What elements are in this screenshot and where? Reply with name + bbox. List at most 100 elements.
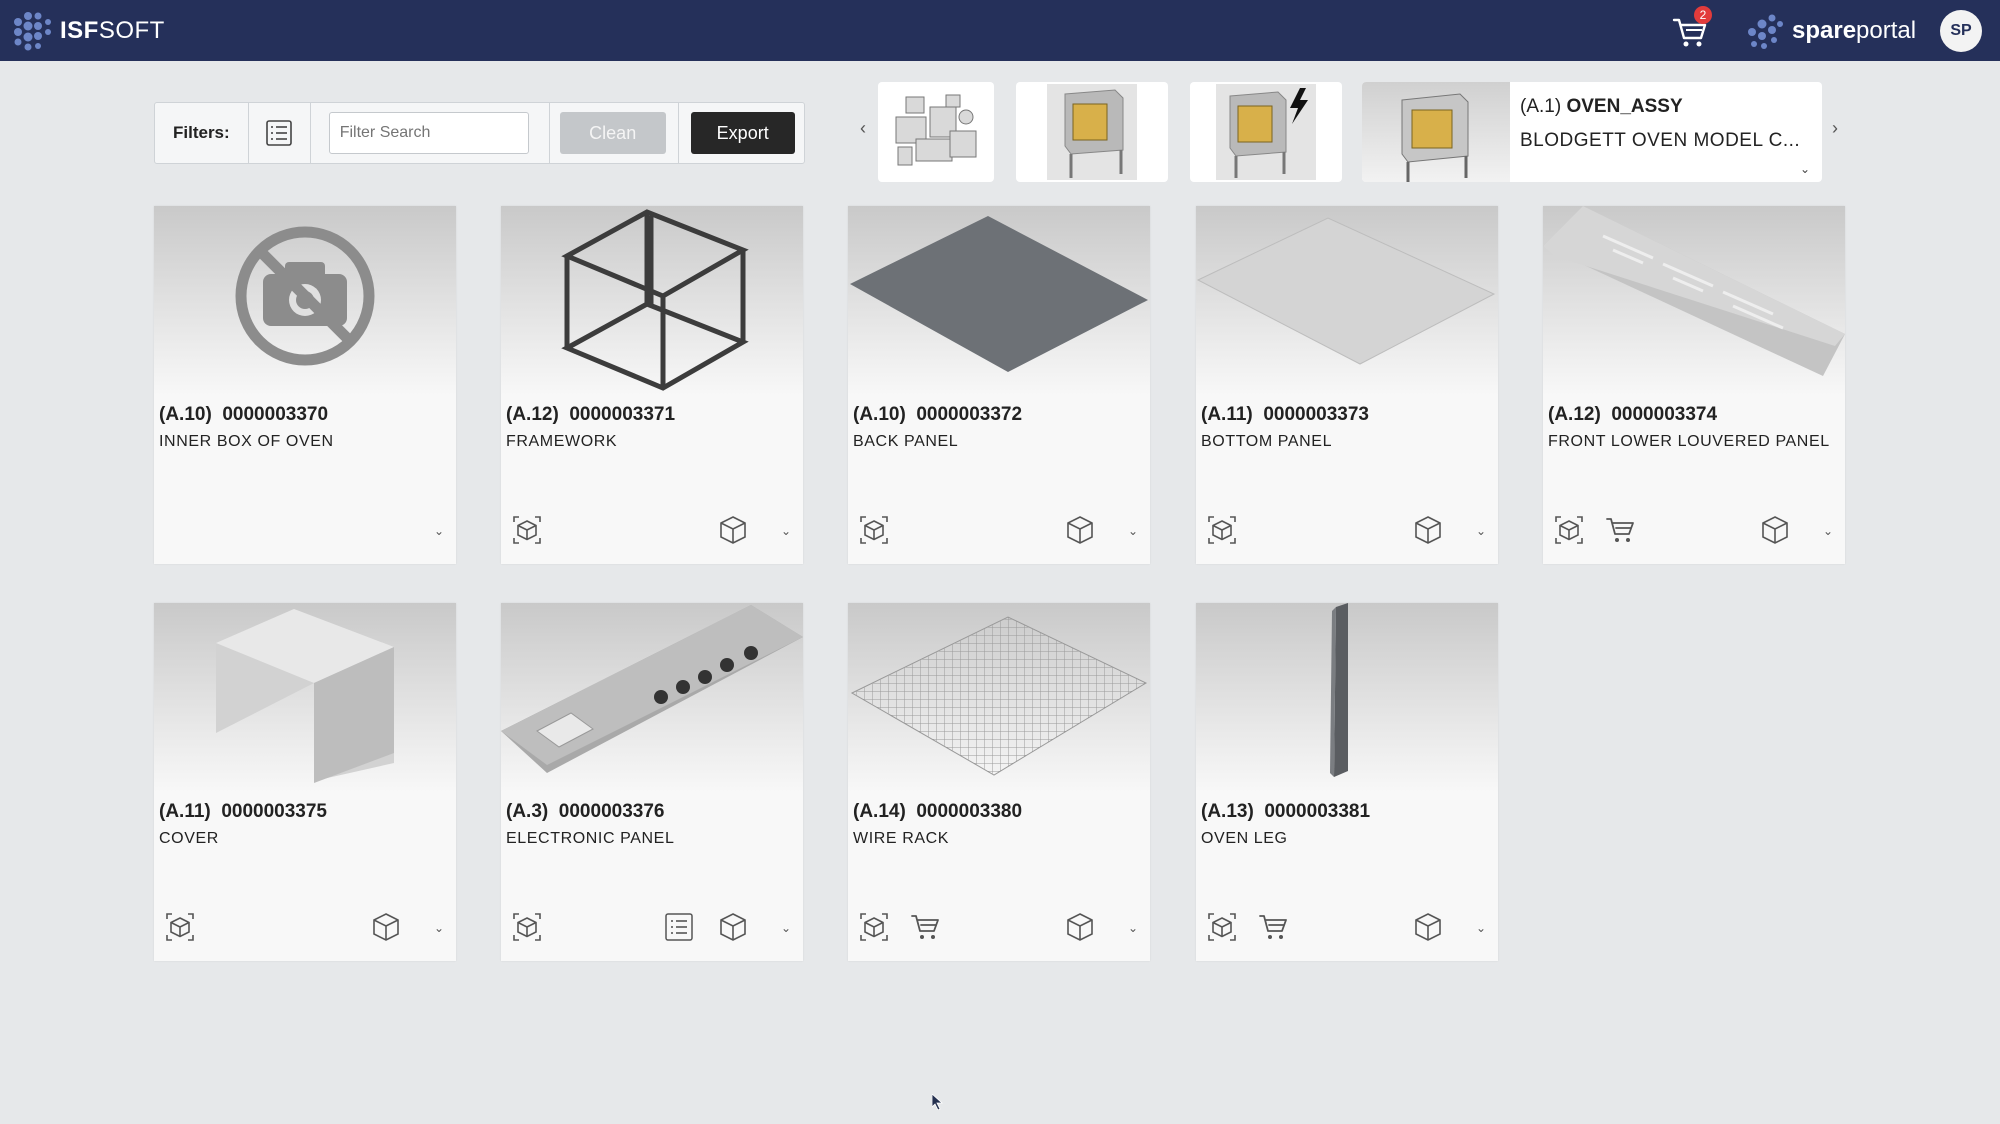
assembly-thumbnail-oven[interactable] [1016,82,1168,182]
part-image[interactable] [501,206,803,396]
exploded-assembly-image [895,94,977,166]
selected-assembly-card[interactable]: (A.1) OVEN_ASSY BLODGETT OVEN MODEL C...… [1362,82,1822,182]
chevron-down-icon[interactable]: ⌄ [1128,921,1138,935]
chevron-down-icon[interactable]: ⌄ [434,921,444,935]
part-title: (A.12) 0000003374 [1548,404,1717,426]
chevron-down-icon[interactable]: ⌄ [1476,921,1486,935]
mouse-cursor-icon [932,1094,944,1110]
part-description: OVEN LEG [1201,830,1288,847]
spareportal-logo-text: spareportal [1792,17,1916,45]
part-image[interactable] [848,603,1150,793]
user-avatar[interactable]: SP [1940,10,1982,52]
clean-button[interactable]: Clean [559,112,666,154]
bom-list-icon[interactable] [661,909,697,945]
part-number: 0000003375 [221,801,327,822]
export-button[interactable]: Export [690,112,795,154]
part-number: 0000003373 [1263,404,1369,425]
chevron-down-icon[interactable]: ⌄ [1800,162,1810,176]
part-card[interactable]: (A.11) 0000003375 COVER ⌄ [154,603,456,961]
3d-model-icon[interactable] [715,512,751,548]
filter-toolbar: Filters: Clean Export [154,102,805,164]
logo-text-light: SOFT [98,17,165,44]
filters-label: Filters: [155,103,249,163]
part-title: (A.10) 0000003370 [159,404,328,426]
isfsoft-logo-mark-icon [14,12,51,51]
isfsoft-logo-text: ISFSOFT [60,17,165,45]
view-in-3d-icon[interactable] [162,909,198,945]
spareportal-logo[interactable]: spareportal [1744,10,1916,52]
view-in-3d-icon[interactable] [509,512,545,548]
filter-search-input[interactable] [328,112,529,154]
part-code: (A.11) [159,801,211,822]
part-title: (A.11) 0000003375 [159,801,327,823]
part-card[interactable]: (A.10) 0000003370 INNER BOX OF OVEN ⌄ [154,206,456,564]
view-in-3d-icon[interactable] [856,512,892,548]
part-number: 0000003381 [1264,801,1371,822]
part-number: 0000003371 [569,404,676,425]
part-code: (A.13) [1201,801,1254,822]
part-image[interactable] [1543,206,1845,396]
part-description: FRONT LOWER LOUVERED PANEL [1548,433,1830,450]
part-code: (A.12) [1548,404,1601,425]
part-image[interactable] [1196,603,1498,793]
part-description: BACK PANEL [853,433,959,450]
part-card[interactable]: (A.12) 0000003371 FRAMEWORK ⌄ [501,206,803,564]
part-number: 0000003370 [222,404,329,425]
part-title: (A.10) 0000003372 [853,404,1022,426]
chevron-down-icon[interactable]: ⌄ [1476,524,1486,538]
assembly-description: BLODGETT OVEN MODEL C... [1520,130,1801,151]
part-card[interactable]: (A.13) 0000003381 OVEN LEG ⌄ [1196,603,1498,961]
3d-model-icon[interactable] [1410,512,1446,548]
view-in-3d-icon[interactable] [1551,512,1587,548]
logo-text-bold: ISF [60,17,99,44]
part-number: 0000003372 [916,404,1023,425]
3d-model-icon[interactable] [1062,909,1098,945]
add-to-cart-icon[interactable] [1603,512,1639,548]
top-navigation-bar: ISFSOFT 2 spareportal SP [0,0,2000,61]
carousel-next-arrow[interactable]: › [1832,118,1838,139]
part-image[interactable] [848,206,1150,396]
part-image[interactable] [154,206,456,396]
spareportal-logo-mark-icon [1748,14,1783,49]
assembly-thumbnail-electric-oven[interactable] [1190,82,1342,182]
view-in-3d-icon[interactable] [856,909,892,945]
assembly-thumbnail-exploded[interactable] [878,82,994,182]
chevron-down-icon[interactable]: ⌄ [434,524,444,538]
part-card[interactable]: (A.3) 0000003376 ELECTRONIC PANEL ⌄ [501,603,803,961]
add-to-cart-icon[interactable] [908,909,944,945]
part-image[interactable] [501,603,803,793]
cart-count-badge: 2 [1694,6,1712,24]
part-card[interactable]: (A.10) 0000003372 BACK PANEL ⌄ [848,206,1150,564]
3d-model-icon[interactable] [1410,909,1446,945]
chevron-down-icon[interactable]: ⌄ [1128,524,1138,538]
part-card[interactable]: (A.12) 0000003374 FRONT LOWER LOUVERED PA… [1543,206,1845,564]
view-in-3d-icon[interactable] [1204,512,1240,548]
part-code: (A.12) [506,404,559,425]
part-description: BOTTOM PANEL [1201,433,1333,450]
3d-model-icon[interactable] [715,909,751,945]
part-code: (A.14) [853,801,906,822]
list-view-button[interactable] [249,103,311,163]
3d-model-icon[interactable] [368,909,404,945]
view-in-3d-icon[interactable] [509,909,545,945]
chevron-down-icon[interactable]: ⌄ [1823,524,1833,538]
3d-model-icon[interactable] [1757,512,1793,548]
view-in-3d-icon[interactable] [1204,909,1240,945]
part-image[interactable] [1196,206,1498,396]
part-title: (A.13) 0000003381 [1201,801,1370,823]
add-to-cart-icon[interactable] [1256,909,1292,945]
part-card[interactable]: (A.14) 0000003380 WIRE RACK ⌄ [848,603,1150,961]
part-number: 0000003374 [1611,404,1718,425]
part-card[interactable]: (A.11) 0000003373 BOTTOM PANEL ⌄ [1196,206,1498,564]
3d-model-icon[interactable] [1062,512,1098,548]
part-code: (A.3) [506,801,549,822]
part-image[interactable] [154,603,456,793]
chevron-down-icon[interactable]: ⌄ [781,524,791,538]
electric-oven-image [1216,84,1316,180]
part-description: WIRE RACK [853,830,950,847]
list-icon [266,120,292,146]
isfsoft-logo[interactable]: ISFSOFT [12,10,165,52]
carousel-prev-arrow[interactable]: ‹ [860,118,866,139]
chevron-down-icon[interactable]: ⌄ [781,921,791,935]
part-description: FRAMEWORK [506,433,618,450]
